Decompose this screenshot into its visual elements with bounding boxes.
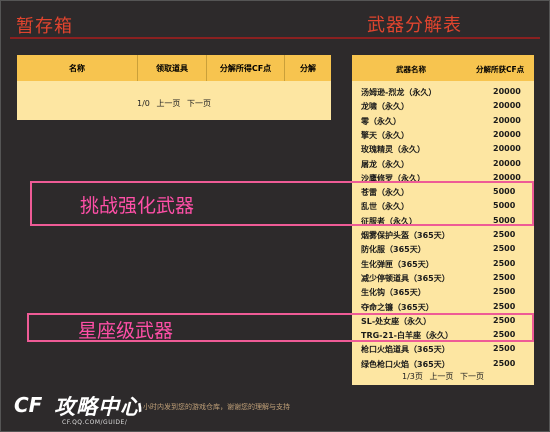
table-row: 生化钩（365天） 2500 [352, 285, 534, 299]
weapon-points: 20000 [493, 144, 521, 154]
table-row: 枪口火焰道具（365天） 2500 [352, 342, 534, 356]
table-row: 减少停顿道具（365天） 2500 [352, 271, 534, 285]
weapon-table-header: 武器名称 分解所获CF点 [352, 55, 534, 81]
table-row: 擎天（永久） 20000 [352, 128, 534, 142]
weapon-name: 枪口火焰道具（365天） [361, 345, 450, 355]
storage-page-indicator: 1/0 [137, 99, 150, 108]
weapon-next-link[interactable]: 下一页 [460, 372, 484, 381]
weapon-name: 减少停顿道具（365天） [361, 273, 450, 283]
storage-prev-link[interactable]: 上一页 [156, 99, 180, 108]
col-points-gained: 分解所获CF点 [476, 65, 525, 74]
table-row: 防化服（365天） 2500 [352, 242, 534, 256]
weapon-points: 2500 [493, 358, 516, 368]
weapon-name: 零（永久） [361, 116, 401, 126]
storage-next-link[interactable]: 下一页 [187, 99, 211, 108]
weapon-name: 绿色枪口火焰（365天） [361, 359, 450, 369]
table-row: 烟雾保护头盔（365天） 2500 [352, 228, 534, 242]
col-name: 名称 [17, 55, 138, 81]
weapon-name: 生化钩（365天） [361, 288, 426, 298]
col-decompose: 分解 [300, 63, 316, 73]
table-row: 屠龙（永久） 20000 [352, 157, 534, 171]
weapon-points: 20000 [493, 101, 521, 111]
table-row: 龙啸（永久） 20000 [352, 99, 534, 113]
storage-pager: 1/0 上一页 下一页 [17, 98, 331, 109]
weapon-points: 2500 [493, 258, 516, 268]
logo-title: 攻略中心 [54, 395, 142, 419]
weapon-points: 2500 [493, 287, 516, 297]
weapon-prev-link[interactable]: 上一页 [429, 372, 453, 381]
storage-table-header: 名称 领取道具 分解所得CF点 分解 [17, 55, 331, 81]
header-divider [10, 37, 540, 39]
weapon-table-title: 武器分解表 [367, 15, 462, 36]
weapon-pager: 1/3页 上一页 下一页 [352, 371, 534, 382]
weapon-points: 20000 [493, 158, 521, 168]
col-cf-points: 分解所得CF点 [207, 55, 285, 81]
logo-url: CF.QQ.COM/GUIDE/ [62, 419, 128, 426]
weapon-name: 夺命之镰（365天） [361, 302, 434, 312]
weapon-name: 玫瑰精灵（永久） [361, 145, 425, 155]
weapon-points: 2500 [493, 230, 516, 239]
weapon-points: 20000 [493, 115, 521, 125]
weapon-points: 2500 [493, 272, 516, 282]
weapon-points: 20000 [493, 87, 521, 96]
weapon-name: 烟雾保护头盔（365天） [361, 231, 450, 240]
table-row: 绿色枪口火焰（365天） 2500 [352, 357, 534, 371]
storage-title: 暂存箱 [16, 16, 73, 37]
col-weapon-name: 武器名称 [396, 65, 426, 74]
weapon-points: 2500 [493, 301, 516, 311]
table-row: 夺命之镰（365天） 2500 [352, 300, 534, 314]
weapon-points: 2500 [493, 244, 516, 254]
weapon-points: 20000 [493, 129, 521, 139]
weapon-name: 生化弹匣（365天） [361, 259, 434, 269]
table-row: 汤姆逊-烈龙（永久） 20000 [352, 85, 534, 99]
weapon-name: 龙啸（永久） [361, 102, 409, 112]
weapon-name: 汤姆逊-烈龙（永久） [361, 88, 437, 97]
table-row: 零（永久） 20000 [352, 114, 534, 128]
weapon-page-indicator: 1/3页 [402, 372, 423, 381]
table-row: 玫瑰精灵（永久） 20000 [352, 142, 534, 156]
weapon-name: 擎天（永久） [361, 130, 409, 140]
weapon-name: 防化服（365天） [361, 245, 426, 255]
footnote-text: 小时内发到您的游戏仓库，谢谢您的理解与支持 [143, 403, 290, 411]
col-claim-item: 领取道具 [138, 55, 207, 81]
cf-guide-logo: CF 攻略中心 CF.QQ.COM/GUIDE/ [14, 389, 144, 429]
weapon-points: 2500 [493, 344, 516, 354]
cf-logo-mark: CF [14, 393, 43, 417]
table-row: 生化弹匣（365天） 2500 [352, 257, 534, 271]
storage-table: 名称 领取道具 分解所得CF点 分解 1/0 上一页 下一页 [17, 55, 331, 120]
label-challenge-enhanced-weapons: 挑战强化武器 [80, 195, 195, 217]
label-constellation-weapons: 星座级武器 [78, 320, 174, 342]
weapon-name: 屠龙（永久） [361, 159, 409, 169]
